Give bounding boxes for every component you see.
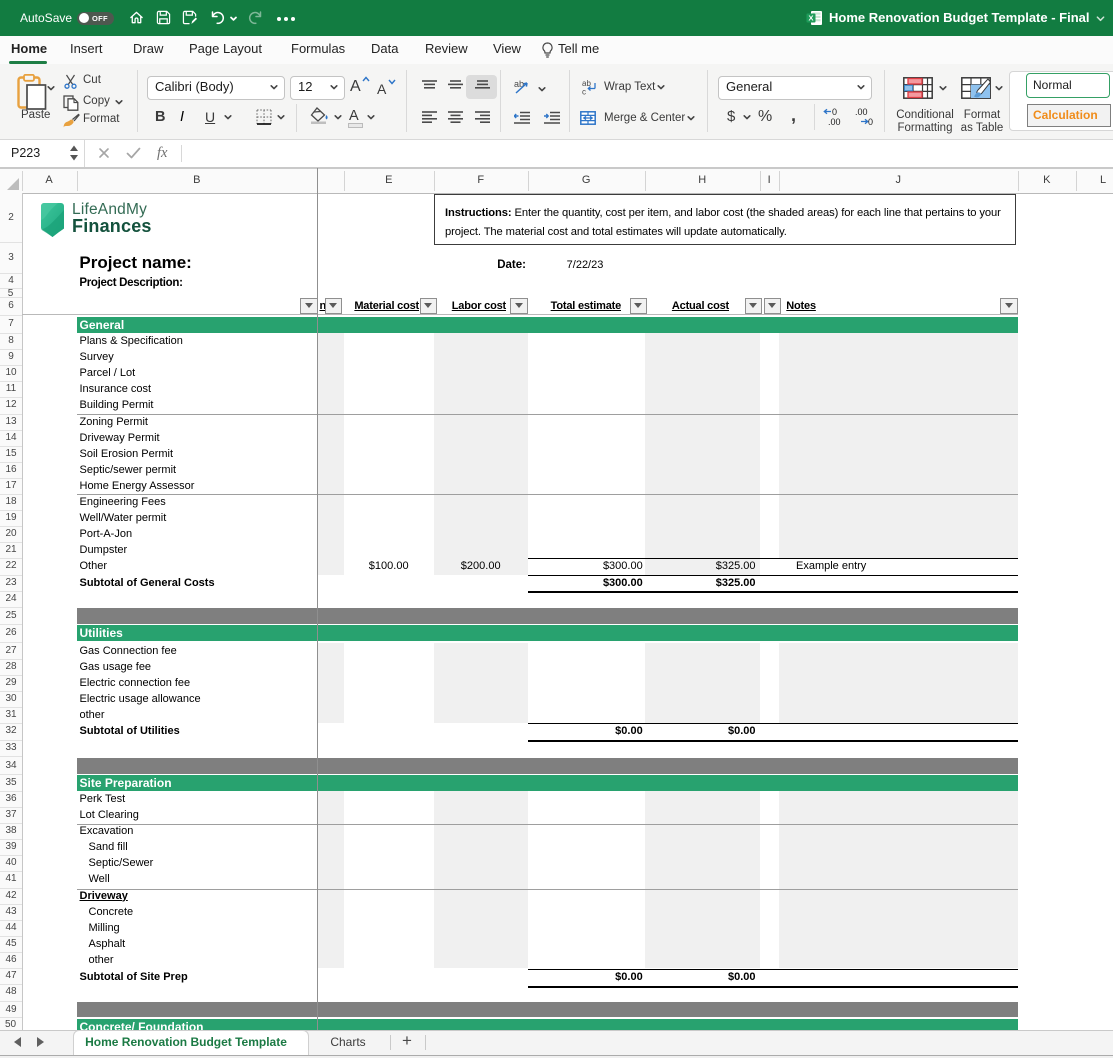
svg-text:.00: .00: [855, 107, 868, 117]
svg-text:0: 0: [832, 107, 837, 117]
svg-text:.00: .00: [828, 117, 841, 127]
svg-text:X: X: [808, 14, 813, 23]
svg-text:0: 0: [868, 117, 873, 127]
svg-text:c: c: [582, 88, 586, 96]
